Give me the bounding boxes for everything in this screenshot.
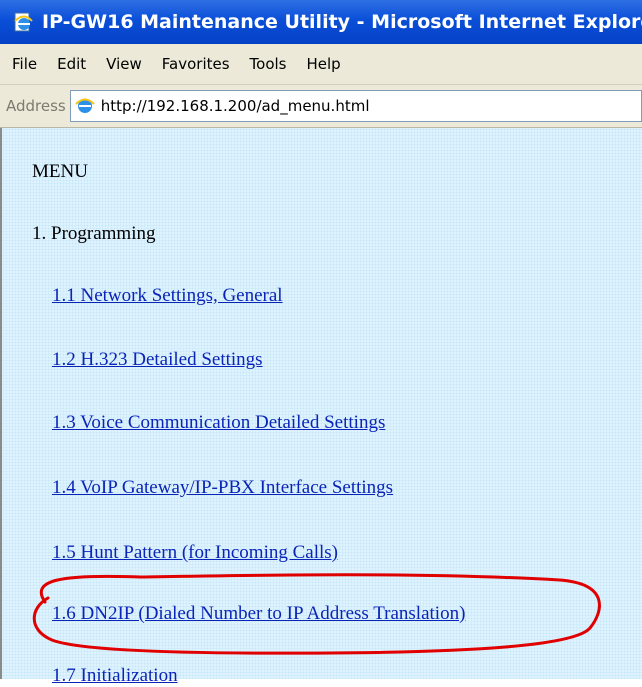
- menu-view[interactable]: View: [106, 55, 142, 73]
- menu-help[interactable]: Help: [307, 55, 341, 73]
- link-voice-communication-settings[interactable]: 1.3 Voice Communication Detailed Setting…: [52, 412, 385, 434]
- address-input[interactable]: http://192.168.1.200/ad_menu.html: [69, 90, 642, 122]
- section-heading-programming: 1. Programming: [32, 223, 156, 244]
- title-bar: IP-GW16 Maintenance Utility - Microsoft …: [0, 0, 642, 44]
- menu-tools[interactable]: Tools: [250, 55, 287, 73]
- address-bar: Address http://192.168.1.200/ad_menu.htm…: [0, 85, 642, 128]
- page-content: MENU 1. Programming 1.1 Network Settings…: [0, 128, 642, 686]
- page-title: MENU: [32, 161, 88, 182]
- menu-bar: File Edit View Favorites Tools Help: [0, 44, 642, 85]
- address-url: http://192.168.1.200/ad_menu.html: [100, 97, 370, 115]
- link-h323-settings[interactable]: 1.2 H.323 Detailed Settings: [52, 349, 263, 371]
- window-title: IP-GW16 Maintenance Utility - Microsoft …: [42, 11, 642, 33]
- link-dn2ip[interactable]: 1.6 DN2IP (Dialed Number to IP Address T…: [52, 603, 465, 625]
- link-hunt-pattern[interactable]: 1.5 Hunt Pattern (for Incoming Calls): [52, 542, 338, 564]
- menu-edit[interactable]: Edit: [57, 55, 86, 73]
- ie-page-icon: [12, 11, 34, 33]
- ie-logo-icon: [75, 96, 95, 116]
- link-voip-gateway-settings[interactable]: 1.4 VoIP Gateway/IP-PBX Interface Settin…: [52, 477, 393, 499]
- link-network-settings[interactable]: 1.1 Network Settings, General: [52, 285, 283, 307]
- link-initialization[interactable]: 1.7 Initialization: [52, 665, 178, 687]
- menu-favorites[interactable]: Favorites: [162, 55, 230, 73]
- address-label: Address: [6, 97, 66, 115]
- menu-file[interactable]: File: [12, 55, 37, 73]
